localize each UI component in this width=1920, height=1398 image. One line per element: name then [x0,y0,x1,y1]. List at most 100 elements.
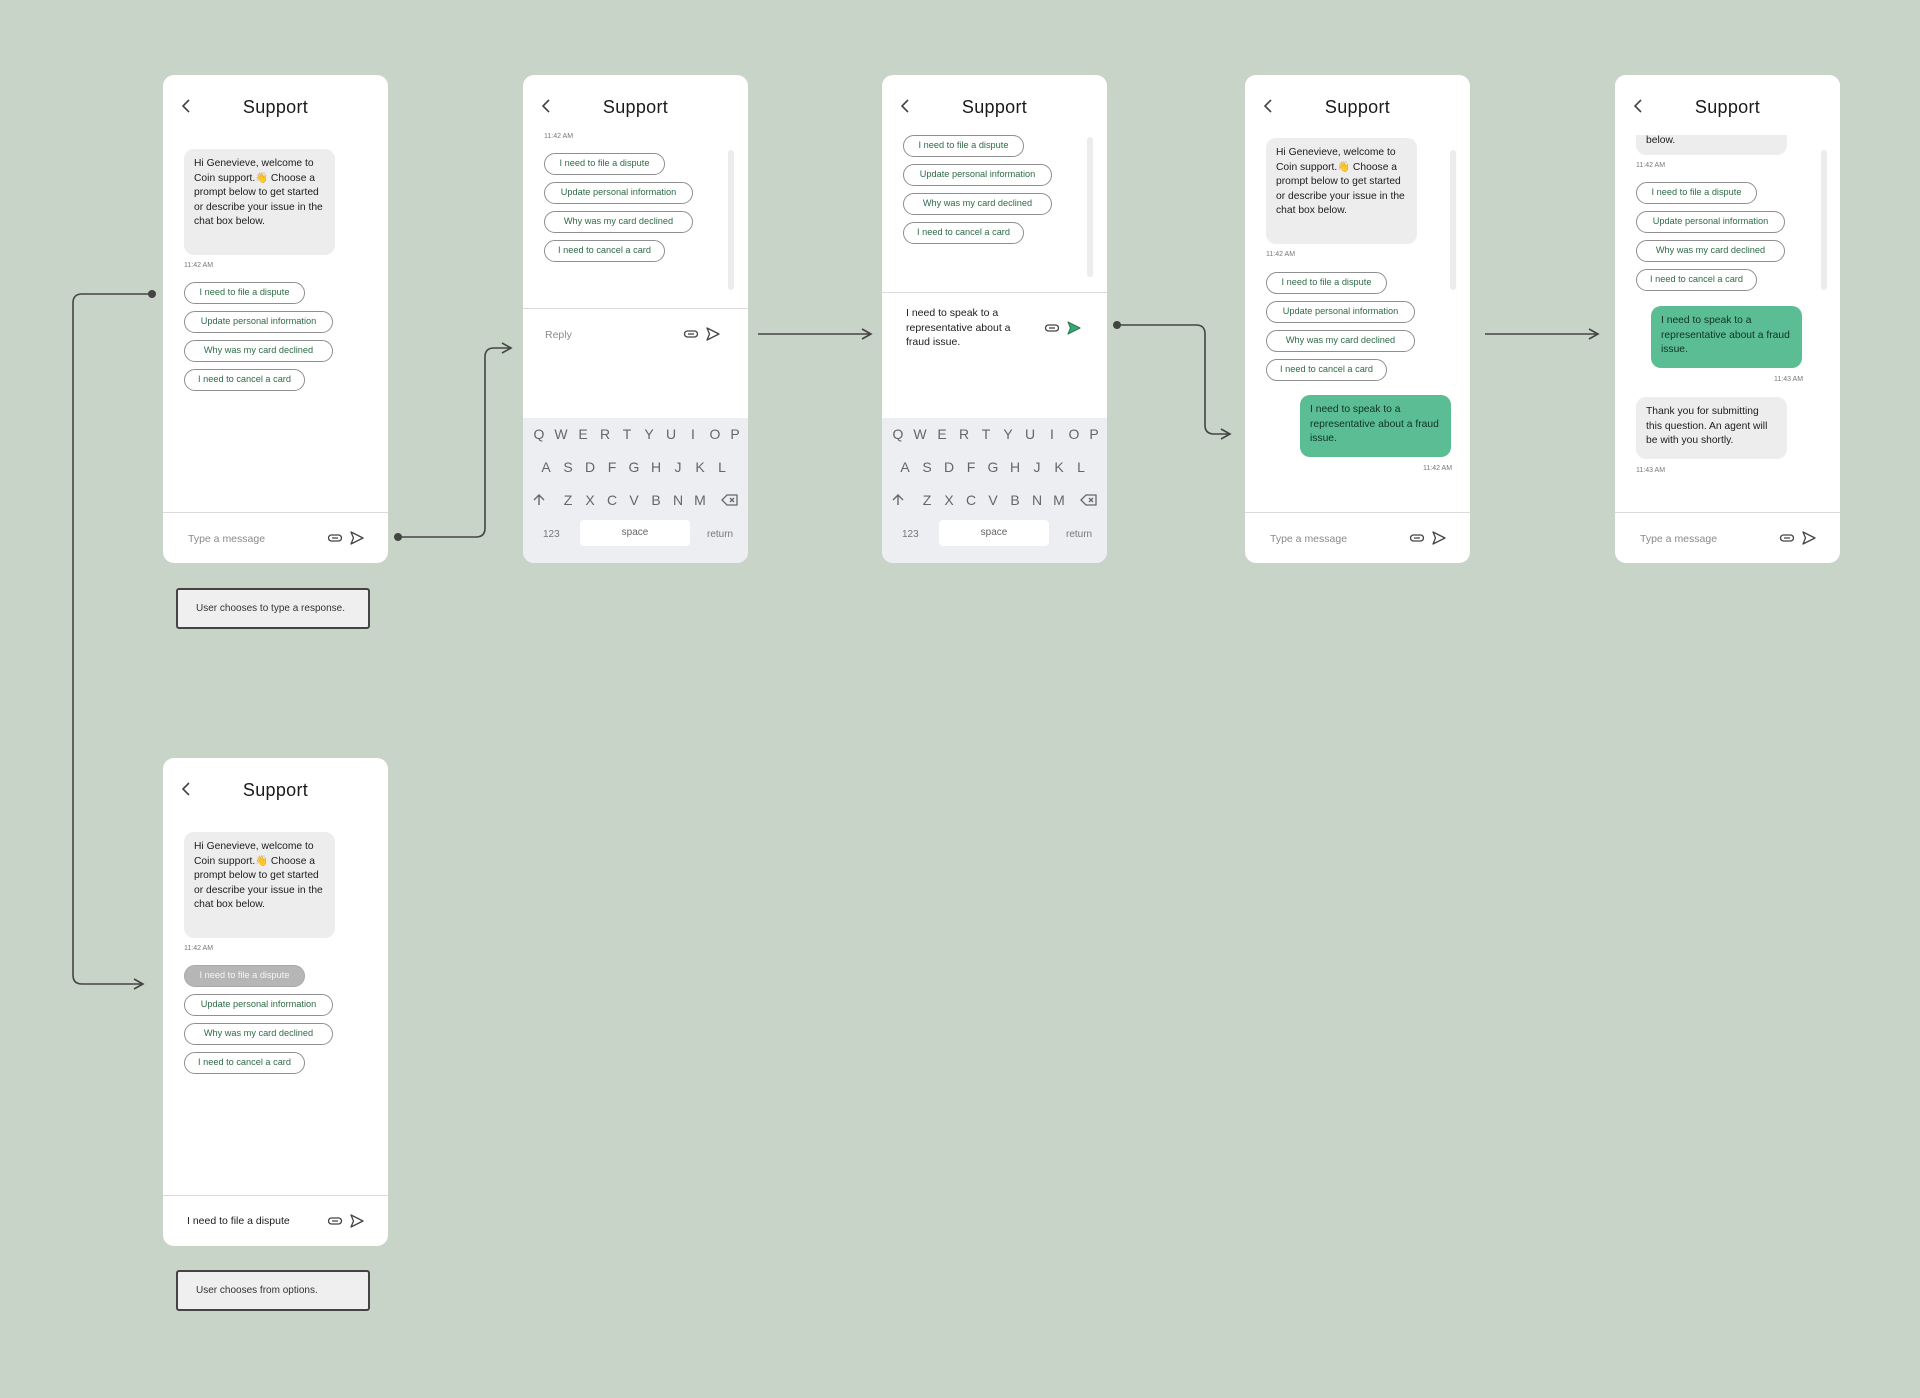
key-g[interactable]: G [983,459,1003,475]
key-r[interactable]: R [954,426,974,442]
chat-scrollbar[interactable] [728,150,734,290]
key-g[interactable]: G [624,459,644,475]
key-j[interactable]: J [1027,459,1047,475]
send-icon[interactable] [1431,530,1447,546]
backspace-icon[interactable] [720,492,740,508]
key-q[interactable]: Q [529,426,549,442]
shift-icon[interactable] [529,492,549,508]
message-input[interactable]: Type a message [1270,533,1347,545]
key-v[interactable]: V [624,492,644,508]
key-e[interactable]: E [573,426,593,442]
prompt-chip-cancel-card[interactable]: I need to cancel a card [544,240,665,262]
key-c[interactable]: C [602,492,622,508]
numbers-key[interactable]: 123 [902,529,919,540]
key-w[interactable]: W [551,426,571,442]
paperclip-icon[interactable] [1044,320,1060,336]
key-s[interactable]: S [558,459,578,475]
message-input[interactable]: Type a message [1640,533,1717,545]
message-input[interactable]: I need to file a dispute [187,1214,290,1229]
key-f[interactable]: F [961,459,981,475]
chat-scrollbar[interactable] [1087,137,1093,277]
prompt-chip-personal-info[interactable]: Update personal information [1636,211,1785,233]
prompt-chip-card-declined[interactable]: Why was my card declined [184,1023,333,1045]
key-y[interactable]: Y [998,426,1018,442]
key-k[interactable]: K [1049,459,1069,475]
key-e[interactable]: E [932,426,952,442]
key-x[interactable]: X [939,492,959,508]
prompt-chip-personal-info[interactable]: Update personal information [544,182,693,204]
prompt-chip-card-declined[interactable]: Why was my card declined [903,193,1052,215]
key-i[interactable]: I [1042,426,1062,442]
key-q[interactable]: Q [888,426,908,442]
send-icon[interactable] [349,530,365,546]
key-z[interactable]: Z [917,492,937,508]
key-n[interactable]: N [1027,492,1047,508]
key-f[interactable]: F [602,459,622,475]
key-m[interactable]: M [690,492,710,508]
key-t[interactable]: T [976,426,996,442]
key-m[interactable]: M [1049,492,1069,508]
paperclip-icon[interactable] [327,1213,343,1229]
chat-scrollbar[interactable] [1450,150,1456,290]
key-t[interactable]: T [617,426,637,442]
key-i[interactable]: I [683,426,703,442]
key-z[interactable]: Z [558,492,578,508]
reply-input[interactable]: Reply [545,329,572,341]
key-h[interactable]: H [1005,459,1025,475]
key-w[interactable]: W [910,426,930,442]
send-icon[interactable] [1801,530,1817,546]
backspace-icon[interactable] [1079,492,1099,508]
return-key[interactable]: return [1066,529,1092,540]
send-icon-active[interactable] [1066,320,1082,336]
key-p[interactable]: P [725,426,745,442]
prompt-chip-card-declined[interactable]: Why was my card declined [184,340,333,362]
key-d[interactable]: D [939,459,959,475]
prompt-chip-card-declined[interactable]: Why was my card declined [1636,240,1785,262]
prompt-chip-card-declined[interactable]: Why was my card declined [1266,330,1415,352]
prompt-chip-dispute[interactable]: I need to file a dispute [544,153,665,175]
send-icon[interactable] [705,326,721,342]
prompt-chip-dispute[interactable]: I need to file a dispute [184,282,305,304]
key-l[interactable]: L [712,459,732,475]
key-d[interactable]: D [580,459,600,475]
prompt-chip-personal-info[interactable]: Update personal information [1266,301,1415,323]
return-key[interactable]: return [707,529,733,540]
numbers-key[interactable]: 123 [543,529,560,540]
paperclip-icon[interactable] [683,326,699,342]
shift-icon[interactable] [888,492,908,508]
prompt-chip-dispute[interactable]: I need to file a dispute [1266,272,1387,294]
prompt-chip-personal-info[interactable]: Update personal information [903,164,1052,186]
prompt-chip-cancel-card[interactable]: I need to cancel a card [184,1052,305,1074]
key-a[interactable]: A [536,459,556,475]
key-r[interactable]: R [595,426,615,442]
paperclip-icon[interactable] [1409,530,1425,546]
key-j[interactable]: J [668,459,688,475]
key-s[interactable]: S [917,459,937,475]
prompt-chip-cancel-card[interactable]: I need to cancel a card [1266,359,1387,381]
key-v[interactable]: V [983,492,1003,508]
key-y[interactable]: Y [639,426,659,442]
paperclip-icon[interactable] [327,530,343,546]
key-b[interactable]: B [1005,492,1025,508]
prompt-chip-personal-info[interactable]: Update personal information [184,994,333,1016]
key-l[interactable]: L [1071,459,1091,475]
key-n[interactable]: N [668,492,688,508]
key-b[interactable]: B [646,492,666,508]
prompt-chip-dispute[interactable]: I need to file a dispute [1636,182,1757,204]
prompt-chip-dispute-selected[interactable]: I need to file a dispute [184,965,305,987]
key-h[interactable]: H [646,459,666,475]
key-o[interactable]: O [1064,426,1084,442]
key-k[interactable]: K [690,459,710,475]
key-p[interactable]: P [1084,426,1104,442]
key-o[interactable]: O [705,426,725,442]
key-x[interactable]: X [580,492,600,508]
space-key[interactable]: space [580,520,690,546]
paperclip-icon[interactable] [1779,530,1795,546]
message-input[interactable]: Type a message [188,533,265,545]
prompt-chip-cancel-card[interactable]: I need to cancel a card [1636,269,1757,291]
key-u[interactable]: U [1020,426,1040,442]
key-a[interactable]: A [895,459,915,475]
key-c[interactable]: C [961,492,981,508]
message-input[interactable]: I need to speak to a representative abou… [906,306,1024,350]
send-icon[interactable] [349,1213,365,1229]
